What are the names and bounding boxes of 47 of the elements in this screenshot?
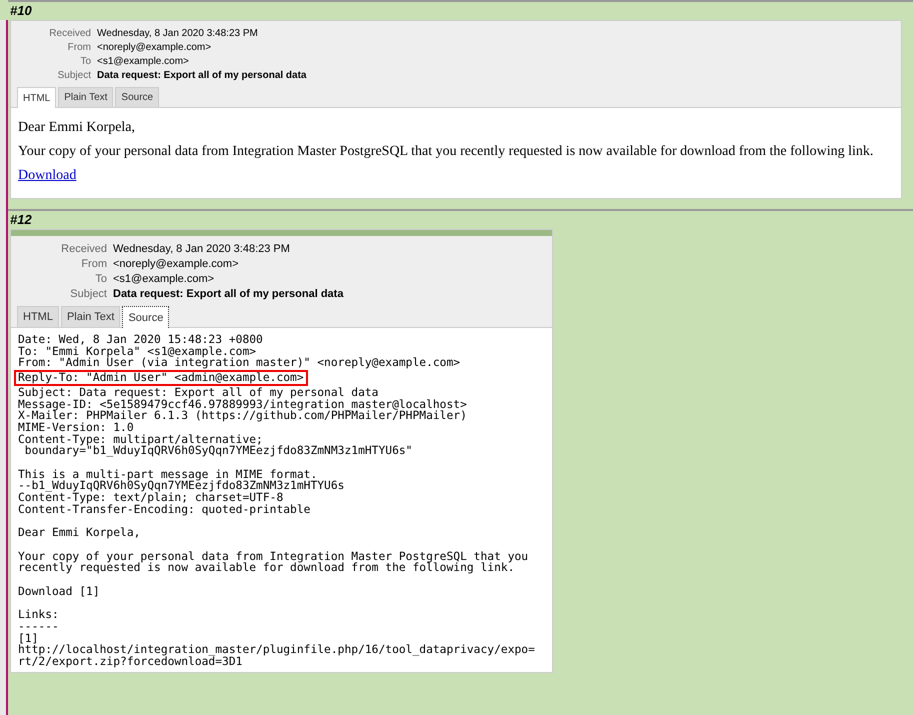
source-line: Content-Transfer-Encoding: quoted-printable bbox=[18, 504, 310, 516]
source-line: From: "Admin User (via integration master)" <noreply@example.com> bbox=[18, 357, 460, 370]
view-tab[interactable]: HTML bbox=[17, 306, 59, 327]
header-value: Data request: Export all of my personal data bbox=[113, 287, 344, 302]
source-line: X-Mailer: PHPMailer 6.1.3 (https://github.com/PHPMailer/PHPMailer) bbox=[18, 410, 467, 422]
header-value: <s1@example.com> bbox=[97, 55, 189, 69]
download-link[interactable]: Download bbox=[18, 168, 76, 183]
source-line: Subject: Data request: Export all of my personal data bbox=[18, 386, 378, 399]
view-tab[interactable]: Source bbox=[115, 87, 160, 107]
source-line: recently requested is now available for download from the following link. bbox=[18, 562, 514, 574]
header-value: <s1@example.com> bbox=[113, 272, 214, 287]
source-line: rt/2/export.zip?forcedownload=3D1 bbox=[18, 656, 242, 668]
header-label: To bbox=[94, 272, 108, 287]
view-tab[interactable]: Plain Text bbox=[60, 306, 120, 327]
header-value: <noreply@example.com> bbox=[113, 257, 239, 272]
source-line: Content-Type: multipart/alternative; bbox=[18, 434, 263, 446]
view-tab[interactable]: Plain Text bbox=[58, 87, 114, 107]
source-line: This is a multi-part message in MIME format. bbox=[18, 468, 318, 480]
view-tab[interactable]: Source bbox=[122, 306, 170, 328]
header-label: From bbox=[66, 41, 92, 55]
header-value: Wednesday, 8 Jan 2020 3:48:23 PM bbox=[113, 242, 290, 257]
header-value: Wednesday, 8 Jan 2020 3:48:23 PM bbox=[97, 27, 258, 41]
message-paragraph: Dear Emmi Korpela, bbox=[18, 120, 136, 136]
source-line: [1] bbox=[18, 632, 38, 644]
header-label: From bbox=[80, 257, 108, 272]
source-line: Download [1] bbox=[18, 586, 100, 598]
source-line: Message-ID: <5e1589479ccf46.97889993/integration_master@localhost> bbox=[18, 398, 467, 410]
header-label: Subject bbox=[69, 287, 108, 302]
source-line: MIME-Version: 1.0 bbox=[18, 422, 134, 434]
source-line: boundary="b1_WduyIqQRV6h0SyQqn7YMEezjfdo83ZmNM3z1mHTYU6s" bbox=[24, 445, 412, 458]
message-paragraph: Your copy of your personal data from Integration Master PostgreSQL that you recently requested is now available for download from the following link. bbox=[18, 144, 874, 160]
header-label: Subject bbox=[56, 69, 92, 83]
header-label: Received bbox=[60, 242, 108, 257]
source-line: Dear Emmi Korpela, bbox=[18, 527, 140, 539]
source-line: Your copy of your personal data from Integration Master PostgreSQL that you bbox=[18, 550, 528, 562]
source-line: ------ bbox=[18, 620, 59, 632]
source-line: Links: bbox=[18, 609, 59, 621]
source-line: Content-Type: text/plain; charset=UTF-8 bbox=[18, 492, 284, 504]
header-label: Received bbox=[48, 27, 92, 41]
header-value: <noreply@example.com> bbox=[97, 41, 212, 55]
view-tab[interactable]: HTML bbox=[17, 87, 56, 108]
source-line: To: "Emmi Korpela" <s1@example.com> bbox=[18, 346, 256, 358]
source-line: http://localhost/integration_master/pluginfile.php/16/tool_dataprivacy/expo= bbox=[18, 644, 535, 656]
source-line: --b1_WduyIqQRV6h0SyQqn7YMEezjfdo83ZmNM3z1mHTYU6s bbox=[18, 480, 344, 492]
source-line: Date: Wed, 8 Jan 2020 15:48:23 +0800 bbox=[18, 334, 263, 346]
header-value: Data request: Export all of my personal data bbox=[97, 69, 306, 83]
header-label: To bbox=[79, 55, 92, 69]
